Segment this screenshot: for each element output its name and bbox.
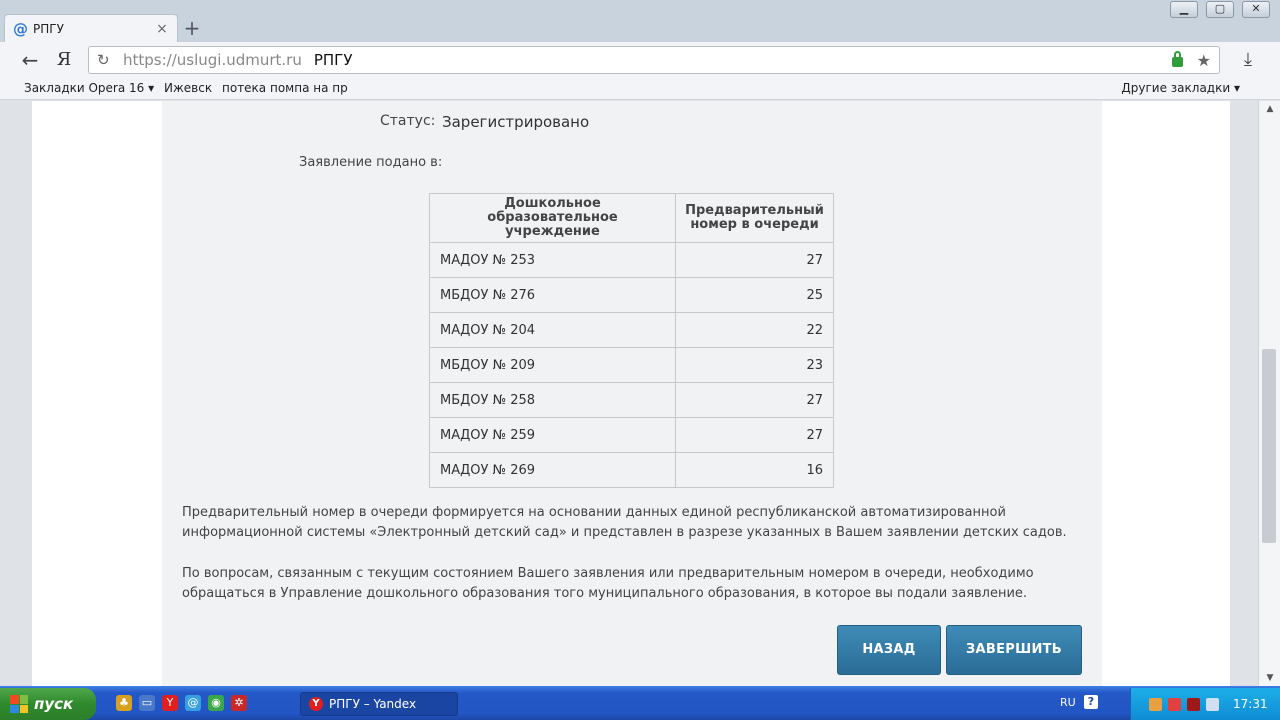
tab-bar: @ РПГУ × + ▁ ▢ ✕ — [0, 0, 1280, 42]
tray-app-icon[interactable] — [1149, 697, 1162, 711]
navigation-bar: ← Я ↻ https://uslugi.udmurt.ru РПГУ ★ ⤓ — [0, 42, 1280, 78]
queue-number-cell: 22 — [675, 312, 834, 348]
taskbar: пуск ♣ ▭ Y @ ◉ ✲ Y РПГУ – Yandex RU ? 17… — [0, 686, 1280, 720]
start-button[interactable]: пуск — [0, 688, 96, 720]
close-tab-icon[interactable]: × — [155, 21, 169, 37]
table-row: МАДОУ № 253 27 — [429, 242, 834, 278]
download-icon[interactable]: ⤓ — [1236, 48, 1260, 72]
status-label: Статус: — [380, 113, 436, 129]
maximize-button[interactable]: ▢ — [1206, 1, 1234, 18]
page-scrollbar[interactable]: ▲ ▼ — [1258, 101, 1280, 686]
help-icon[interactable]: ? — [1084, 695, 1098, 709]
reload-icon[interactable]: ↻ — [97, 51, 115, 69]
table-header-row: Дошкольное образовательное учреждение Пр… — [429, 193, 834, 243]
institution-cell: МБДОУ № 209 — [429, 347, 676, 383]
status-value: Зарегистрировано — [442, 113, 590, 131]
bookmark-pump[interactable]: потека помпа на пр — [222, 81, 348, 95]
app-icon[interactable]: ✲ — [231, 695, 247, 711]
header-institution: Дошкольное образовательное учреждение — [429, 193, 676, 243]
tray-alert-icon[interactable] — [1187, 697, 1200, 711]
clock[interactable]: 17:31 — [1233, 697, 1268, 711]
url-page-title: РПГУ — [313, 51, 353, 69]
close-window-button[interactable]: ✕ — [1242, 1, 1270, 18]
taskbar-window-button[interactable]: Y РПГУ – Yandex — [300, 692, 458, 716]
folder-icon[interactable]: ♣ — [116, 695, 132, 711]
site-icon: @ — [13, 19, 28, 38]
back-button[interactable]: НАЗАД — [837, 625, 941, 675]
new-tab-button[interactable]: + — [182, 17, 202, 39]
queue-number-cell: 16 — [675, 452, 834, 488]
star-icon[interactable]: ★ — [1197, 51, 1211, 70]
scroll-up-icon[interactable]: ▲ — [1259, 101, 1280, 117]
system-tray: 17:31 — [1130, 688, 1280, 720]
bookmark-izhevsk[interactable]: Ижевск — [164, 81, 212, 95]
contact-info-note: По вопросам, связанным с текущим состоян… — [182, 566, 1034, 601]
tab-title: РПГУ — [33, 21, 64, 36]
table-row: МБДОУ № 276 25 — [429, 277, 834, 313]
table-row: МАДОУ № 204 22 — [429, 312, 834, 348]
taskbar-window-title: РПГУ – Yandex — [329, 697, 417, 711]
queue-number-cell: 27 — [675, 382, 834, 418]
quick-launch: ♣ ▭ Y @ ◉ ✲ — [116, 695, 247, 711]
lock-icon[interactable] — [1171, 51, 1183, 67]
url-host: https://uslugi.udmurt.ru — [123, 51, 302, 69]
address-bar[interactable]: ↻ https://uslugi.udmurt.ru РПГУ ★ — [88, 46, 1220, 74]
browser-icon[interactable]: @ — [185, 695, 201, 711]
queue-number-cell: 27 — [675, 417, 834, 453]
chrome-icon[interactable]: ◉ — [208, 695, 224, 711]
yandex-icon: Y — [309, 697, 323, 711]
other-bookmarks[interactable]: Другие закладки ▾ — [1121, 81, 1240, 95]
institution-cell: МАДОУ № 259 — [429, 417, 676, 453]
queue-number-cell: 23 — [675, 347, 834, 383]
queue-table: Дошкольное образовательное учреждение Пр… — [429, 193, 834, 488]
table-row: МАДОУ № 259 27 — [429, 417, 834, 453]
tray-device-icon[interactable] — [1206, 697, 1219, 711]
back-arrow-icon[interactable]: ← — [18, 48, 42, 72]
start-label: пуск — [34, 695, 74, 713]
bookmarks-bar: Закладки Opera 16 ▾ Ижевск потека помпа … — [0, 78, 1280, 100]
queue-number-cell: 27 — [675, 242, 834, 278]
application-panel: Статус: Зарегистрировано Заявление подан… — [162, 101, 1102, 686]
bookmark-folder-opera[interactable]: Закладки Opera 16 ▾ — [24, 81, 154, 95]
tray-antivirus-icon[interactable] — [1168, 697, 1181, 711]
yandex-icon[interactable]: Я — [54, 48, 74, 72]
queue-number-cell: 25 — [675, 277, 834, 313]
queue-info-note: Предварительный номер в очереди формируе… — [182, 505, 1067, 540]
table-row: МБДОУ № 258 27 — [429, 382, 834, 418]
page-viewport: Статус: Зарегистрировано Заявление подан… — [0, 101, 1258, 686]
table-row: МАДОУ № 269 16 — [429, 452, 834, 488]
institution-cell: МАДОУ № 269 — [429, 452, 676, 488]
institution-cell: МАДОУ № 204 — [429, 312, 676, 348]
minimize-button[interactable]: ▁ — [1170, 1, 1198, 18]
yandex-browser-icon[interactable]: Y — [162, 695, 178, 711]
header-queue-number: Предварительный номер в очереди — [675, 193, 834, 243]
institution-cell: МБДОУ № 258 — [429, 382, 676, 418]
scrollbar-thumb[interactable] — [1262, 349, 1276, 543]
institution-cell: МБДОУ № 276 — [429, 277, 676, 313]
institution-cell: МАДОУ № 253 — [429, 242, 676, 278]
language-indicator[interactable]: RU — [1060, 696, 1076, 709]
table-row: МБДОУ № 209 23 — [429, 347, 834, 383]
windows-logo-icon — [10, 695, 28, 713]
finish-button[interactable]: ЗАВЕРШИТЬ — [946, 625, 1082, 675]
scroll-down-icon[interactable]: ▼ — [1259, 670, 1280, 686]
filed-label: Заявление подано в: — [299, 155, 443, 170]
browser-tab[interactable]: @ РПГУ × — [4, 14, 178, 42]
window-controls: ▁ ▢ ✕ — [1170, 1, 1270, 18]
desktop-icon[interactable]: ▭ — [139, 695, 155, 711]
